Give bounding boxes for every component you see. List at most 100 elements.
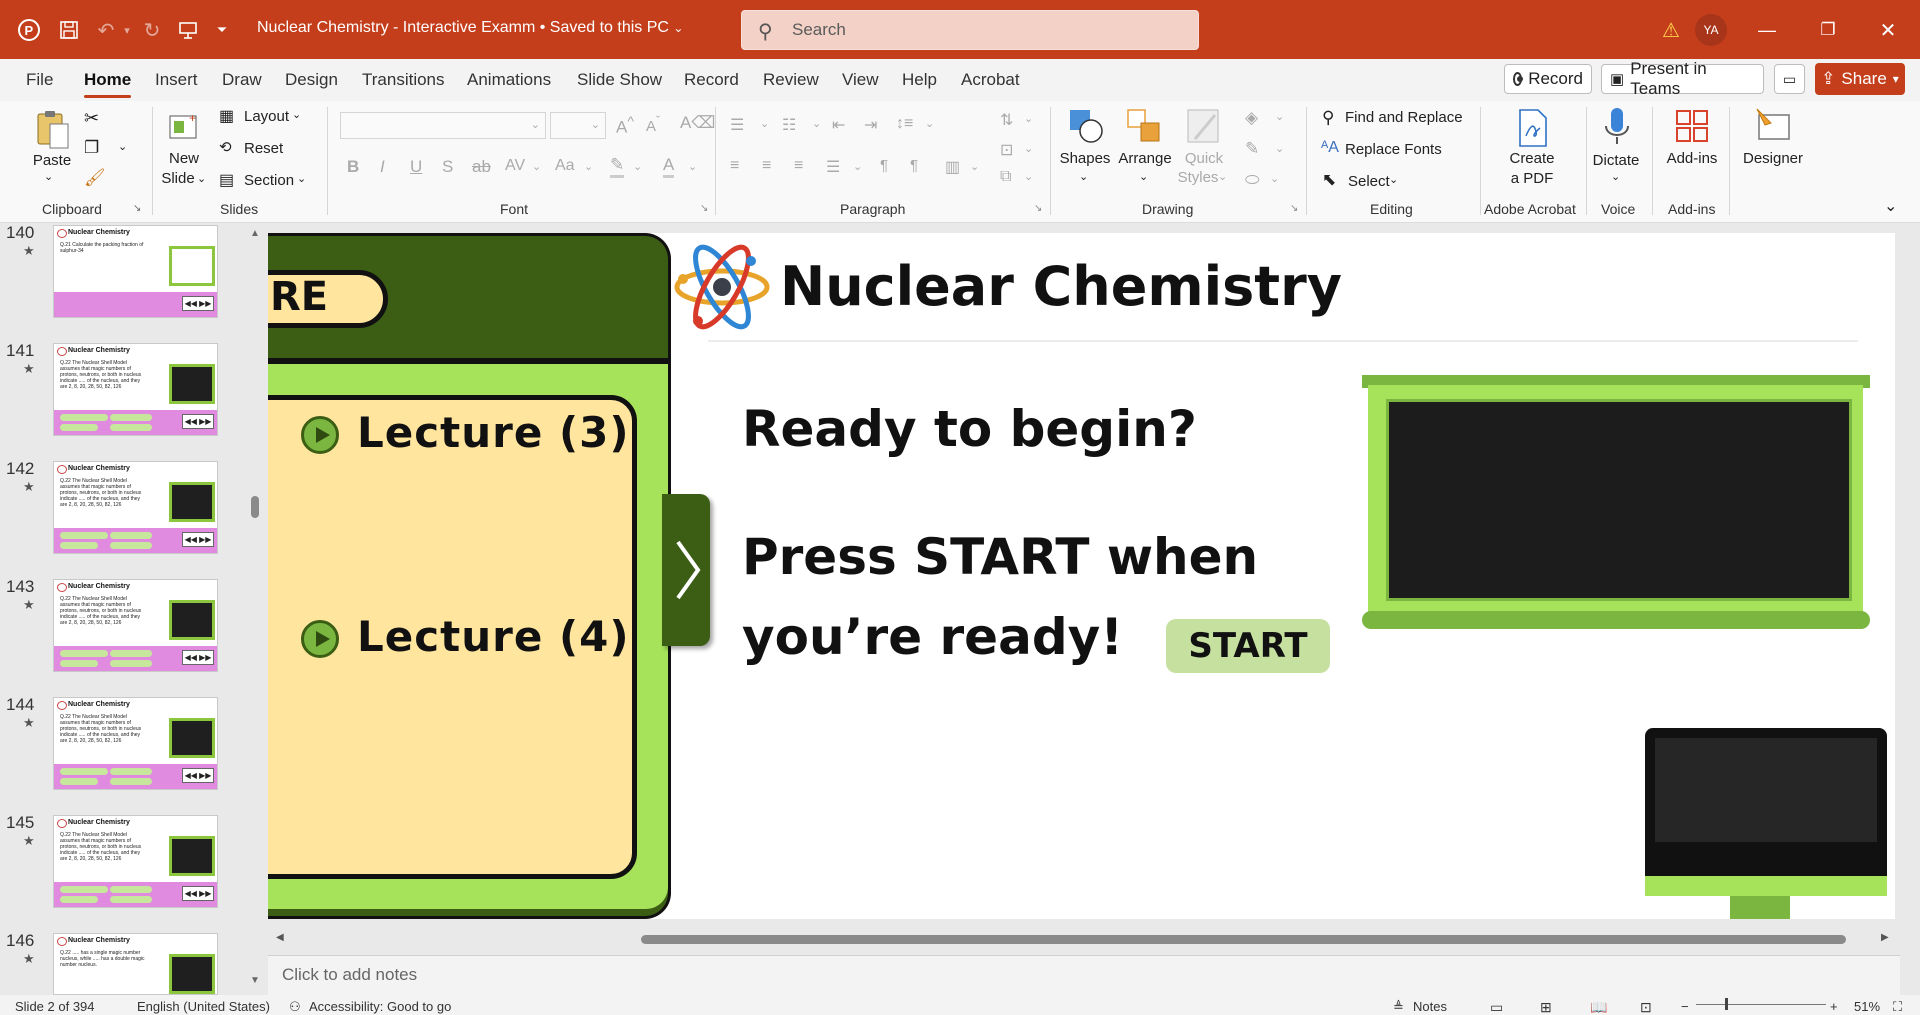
decrease-indent-icon[interactable]: ⇤: [832, 115, 845, 135]
slide-thumbnail[interactable]: Nuclear Chemistry Q.22 The Nuclear Shell …: [53, 461, 218, 554]
chevron-down-icon[interactable]: ⌄: [1079, 170, 1088, 183]
chevron-down-icon[interactable]: ⌄: [1389, 173, 1398, 186]
notes-toggle[interactable]: Notes: [1413, 999, 1447, 1014]
chevron-down-icon[interactable]: ⌄: [297, 172, 306, 185]
accessibility-icon[interactable]: ⚇: [289, 999, 301, 1015]
arrange-label[interactable]: Arrange: [1116, 150, 1174, 167]
tab-draw[interactable]: Draw: [222, 70, 262, 90]
chevron-down-icon[interactable]: ⌄: [292, 108, 301, 121]
character-spacing-icon[interactable]: AV: [505, 157, 525, 175]
text-direction-icon[interactable]: ⇅: [1000, 110, 1013, 130]
align-text-icon[interactable]: ⊡: [1000, 140, 1013, 160]
left-to-right-icon[interactable]: ¶: [880, 157, 888, 174]
chevron-down-icon[interactable]: ⌄: [197, 172, 206, 185]
tab-review[interactable]: Review: [763, 70, 819, 90]
tab-design[interactable]: Design: [285, 70, 338, 90]
language-indicator[interactable]: English (United States): [137, 999, 270, 1014]
slide-thumbnail[interactable]: Nuclear Chemistry Q.22 The Nuclear Shell …: [53, 697, 218, 790]
play-icon[interactable]: [301, 416, 339, 454]
replace-fonts-button[interactable]: Replace Fonts: [1345, 141, 1442, 158]
reset-button[interactable]: Reset: [244, 140, 283, 157]
lecture-3-link[interactable]: Lecture (3): [357, 408, 630, 457]
align-center-icon[interactable]: ≡: [762, 157, 771, 175]
right-to-left-icon[interactable]: ¶: [910, 157, 918, 174]
create-pdf-icon[interactable]: [1513, 106, 1553, 150]
replace-fonts-icon[interactable]: ᴬA: [1321, 139, 1339, 157]
chevron-down-icon[interactable]: ⌄: [1024, 112, 1033, 125]
customize-toolbar-icon[interactable]: ⏷: [208, 16, 236, 44]
add-ins-icon[interactable]: [1672, 106, 1712, 146]
chevron-down-icon[interactable]: ⌄: [1024, 170, 1033, 183]
italic-icon[interactable]: I: [380, 157, 385, 177]
align-right-icon[interactable]: ≡: [794, 157, 803, 175]
record-button[interactable]: Record: [1504, 64, 1592, 94]
zoom-in-icon[interactable]: +: [1830, 999, 1838, 1014]
share-button[interactable]: ⇪ Share ▾: [1815, 63, 1905, 95]
justify-icon[interactable]: ☰: [826, 157, 840, 177]
tab-record[interactable]: Record: [684, 70, 739, 90]
underline-icon[interactable]: U: [410, 157, 422, 177]
convert-to-smartart-icon[interactable]: ⧉: [1000, 168, 1011, 186]
shapes-icon[interactable]: [1066, 106, 1106, 146]
document-title[interactable]: Nuclear Chemistry - Interactive Examm • …: [257, 19, 683, 37]
notes-placeholder[interactable]: Click to add notes: [282, 965, 417, 985]
present-from-beginning-icon[interactable]: [174, 16, 202, 44]
slide-thumbnail[interactable]: Nuclear Chemistry Q.22 The Nuclear Shell …: [53, 579, 218, 672]
quick-styles-label[interactable]: Quick: [1180, 150, 1228, 167]
scroll-right-icon[interactable]: ▶: [1881, 932, 1889, 943]
increase-font-size-icon[interactable]: A^: [616, 114, 634, 138]
paste-icon[interactable]: [32, 107, 72, 151]
new-slide-label-2[interactable]: Slide: [158, 170, 198, 187]
chevron-down-icon[interactable]: ⌄: [1270, 172, 1279, 185]
line-spacing-icon[interactable]: ↕≡: [896, 115, 913, 133]
chevron-down-icon[interactable]: ⌄: [1275, 142, 1284, 155]
shape-fill-icon[interactable]: ◈: [1245, 108, 1258, 128]
slide-canvas[interactable]: RE Lecture (3) Lecture (4) Nuclear Chemi…: [268, 233, 1895, 919]
paste-label[interactable]: Paste: [32, 152, 72, 169]
chevron-down-icon[interactable]: ⌄: [1024, 142, 1033, 155]
tab-view[interactable]: View: [842, 70, 879, 90]
quick-styles-icon[interactable]: [1184, 106, 1224, 148]
slide-thumbnail[interactable]: Nuclear Chemistry Q.21 Calculate the pack…: [53, 225, 218, 318]
scroll-down-icon[interactable]: ▼: [250, 975, 260, 986]
new-slide-icon[interactable]: +: [166, 108, 202, 146]
minimize-icon[interactable]: —: [1753, 16, 1781, 44]
change-case-icon[interactable]: Aa: [555, 157, 575, 175]
thumbnail-scrollbar[interactable]: ▲ ▼: [249, 228, 262, 988]
dialog-launcher-icon[interactable]: ↘: [1290, 203, 1298, 214]
chevron-down-icon[interactable]: ⌄: [118, 140, 127, 153]
chevron-down-icon[interactable]: ⌄: [532, 160, 541, 173]
designer-label[interactable]: Designer: [1740, 150, 1806, 167]
scroll-left-icon[interactable]: ◀: [276, 932, 284, 943]
chevron-down-icon[interactable]: ⌄: [584, 160, 593, 173]
create-pdf-label-2[interactable]: a PDF: [1505, 170, 1559, 187]
tab-file[interactable]: File: [26, 70, 53, 90]
section-button[interactable]: Section: [244, 172, 294, 189]
chevron-down-icon[interactable]: ⌄: [1139, 170, 1148, 183]
notes-icon[interactable]: ≜: [1393, 999, 1404, 1015]
redo-icon[interactable]: ↻: [138, 16, 166, 44]
find-icon[interactable]: ⚲: [1322, 108, 1334, 128]
comments-button[interactable]: ▭: [1774, 64, 1805, 94]
zoom-level[interactable]: 51%: [1854, 999, 1880, 1014]
strikethrough-icon[interactable]: ab: [472, 157, 491, 177]
tab-help[interactable]: Help: [902, 70, 937, 90]
bold-icon[interactable]: B: [347, 157, 359, 177]
chevron-down-icon[interactable]: ⌄: [1218, 170, 1227, 183]
text-shadow-icon[interactable]: S: [442, 157, 453, 177]
bullets-icon[interactable]: ☰: [730, 115, 744, 135]
shape-effects-icon[interactable]: ⬭: [1245, 170, 1260, 190]
zoom-slider-thumb[interactable]: [1725, 998, 1728, 1010]
present-in-teams-button[interactable]: ▣ Present in Teams: [1601, 59, 1764, 98]
save-icon[interactable]: [55, 16, 83, 44]
restore-icon[interactable]: ❐: [1814, 16, 1842, 44]
close-icon[interactable]: ✕: [1874, 16, 1902, 44]
tab-insert[interactable]: Insert: [155, 70, 198, 90]
zoom-slider[interactable]: [1696, 1004, 1826, 1005]
search-input[interactable]: ⚲ Search: [741, 10, 1199, 50]
chevron-down-icon[interactable]: ⌄: [633, 160, 642, 173]
find-and-replace-button[interactable]: Find and Replace: [1345, 109, 1463, 126]
cut-icon[interactable]: ✂: [84, 108, 99, 129]
undo-dropdown-icon[interactable]: ▾: [113, 16, 141, 44]
chevron-down-icon[interactable]: ⌄: [1611, 170, 1620, 183]
